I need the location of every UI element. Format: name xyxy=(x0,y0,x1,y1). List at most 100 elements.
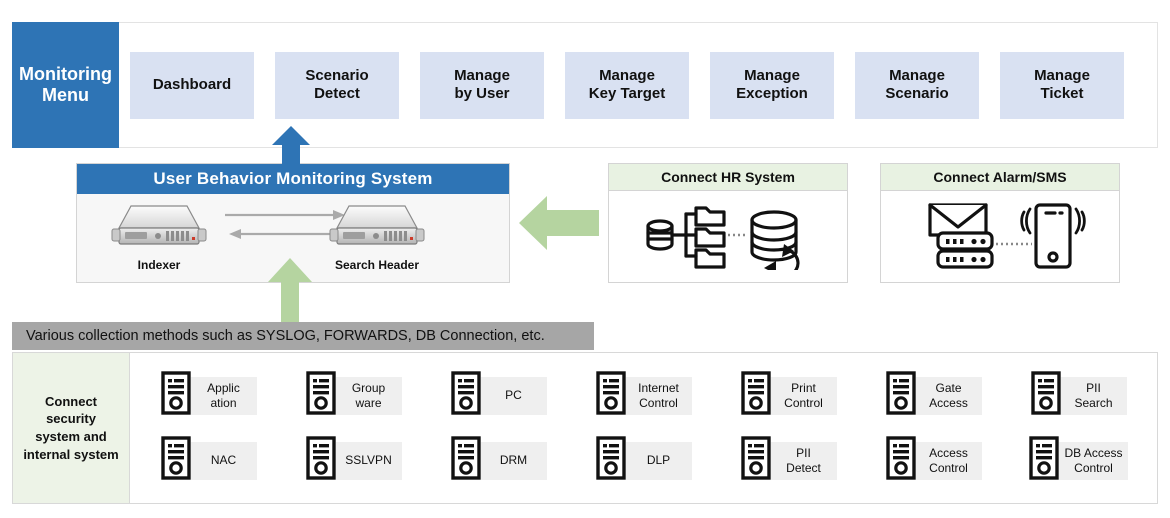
menu-item-manage-scenario[interactable]: Manage Scenario xyxy=(855,51,979,119)
system-label-line1: Gate xyxy=(935,381,962,396)
system-item-print-control-label: Print Control xyxy=(770,376,837,415)
connected-systems-label-line4: internal system xyxy=(23,446,119,462)
connect-alarm-sms-body xyxy=(881,191,1119,283)
server-tower-icon xyxy=(595,371,626,420)
system-item-groupware[interactable]: Group ware xyxy=(305,371,402,420)
server-tower-icon xyxy=(450,436,481,485)
system-label-line2: Access xyxy=(929,395,968,410)
menu-item-manage-key-target-line1: Manage xyxy=(599,66,655,84)
rack-server-icon xyxy=(329,205,425,256)
menu-item-dashboard-line1: Dashboard xyxy=(152,75,232,93)
ubms-node-search-header: Search Header xyxy=(317,200,437,272)
system-label-line1: Internet xyxy=(638,381,679,396)
mail-server-phone-icon xyxy=(910,197,1090,278)
server-tower-icon xyxy=(885,371,916,420)
system-label-line1: PII xyxy=(796,446,811,461)
server-tower-icon xyxy=(160,436,191,485)
server-tower-icon xyxy=(1030,371,1061,420)
system-label-line1: NAC xyxy=(210,453,237,468)
menu-item-dashboard[interactable]: Dashboard xyxy=(130,51,254,119)
system-label-line2: Control xyxy=(639,395,678,410)
menu-item-manage-exception[interactable]: Manage Exception xyxy=(710,51,834,119)
system-label-line2: ation xyxy=(210,395,237,410)
server-tower-icon xyxy=(1029,436,1060,485)
connect-alarm-sms-title: Connect Alarm/SMS xyxy=(881,164,1119,191)
system-item-application-label: Applic ation xyxy=(190,376,257,415)
system-label-line2: Control xyxy=(1074,460,1113,475)
system-item-print-control[interactable]: Print Control xyxy=(740,371,837,420)
green-left-arrow-icon xyxy=(519,194,599,252)
connect-hr-system-card: Connect HR System xyxy=(608,163,848,283)
system-label-line2: Detect xyxy=(786,460,821,475)
blue-up-arrow-icon xyxy=(272,126,310,168)
system-item-access-control[interactable]: Access Control xyxy=(885,436,982,485)
system-item-application[interactable]: Applic ation xyxy=(160,371,257,420)
system-item-drm[interactable]: DRM xyxy=(450,436,547,485)
system-item-nac-label: NAC xyxy=(190,441,257,480)
server-tower-icon xyxy=(740,436,771,485)
menu-item-manage-scenario-line1: Manage xyxy=(889,66,945,84)
ubms-node-indexer: Indexer xyxy=(99,200,219,272)
connected-systems-section: Connect security system and internal sys… xyxy=(12,352,1158,504)
hr-database-sync-icon xyxy=(638,200,818,278)
system-label-line1: DLP xyxy=(646,453,671,468)
system-label-line2: Control xyxy=(929,460,968,475)
menu-item-manage-key-target[interactable]: Manage Key Target xyxy=(565,51,689,119)
system-item-dlp[interactable]: DLP xyxy=(595,436,692,485)
system-item-pii-detect[interactable]: PII Detect xyxy=(740,436,837,485)
system-item-sslvpn[interactable]: SSLVPN xyxy=(305,436,402,485)
connected-systems-label-line3: system and xyxy=(35,429,107,444)
menu-item-manage-ticket-line1: Manage xyxy=(1034,66,1090,84)
system-label-line1: Applic xyxy=(207,381,240,396)
system-item-pii-search[interactable]: PII Search xyxy=(1030,371,1127,420)
system-item-drm-label: DRM xyxy=(480,441,547,480)
menu-item-manage-scenario-line2: Scenario xyxy=(885,85,949,102)
server-tower-icon xyxy=(160,371,191,420)
system-item-pii-detect-label: PII Detect xyxy=(770,441,837,480)
system-item-pii-search-label: PII Search xyxy=(1060,376,1127,415)
system-label-line1: Print xyxy=(791,381,816,396)
system-item-pc[interactable]: PC xyxy=(450,371,547,420)
server-tower-icon xyxy=(305,371,336,420)
system-item-nac[interactable]: NAC xyxy=(160,436,257,485)
system-label-line1: PC xyxy=(505,388,522,403)
menu-item-scenario-detect-line2: Detect xyxy=(314,85,360,102)
connect-alarm-sms-card: Connect Alarm/SMS xyxy=(880,163,1120,283)
collection-methods-bar: Various collection methods such as SYSLO… xyxy=(12,322,594,350)
monitoring-menu-title-line2: Menu xyxy=(41,85,89,105)
system-item-dlp-label: DLP xyxy=(625,441,692,480)
server-tower-icon xyxy=(595,436,626,485)
menu-item-manage-by-user-line1: Manage xyxy=(454,66,510,84)
connected-systems-label: Connect security system and internal sys… xyxy=(12,352,130,504)
connect-hr-system-body xyxy=(609,191,847,283)
menu-item-manage-exception-line1: Manage xyxy=(744,66,800,84)
diagram-root: Monitoring Menu Dashboard Scenario Detec… xyxy=(0,0,1170,518)
connected-systems-label-line1: Connect xyxy=(45,393,97,409)
system-label-line1: Access xyxy=(929,446,968,461)
system-label-line1: DRM xyxy=(499,453,528,468)
connected-systems-grid: Applic ation Group ware PC Internet Cont… xyxy=(130,352,1158,504)
system-label-line1: Group xyxy=(351,381,386,396)
system-item-gate-access[interactable]: Gate Access xyxy=(885,371,982,420)
menu-item-manage-ticket-line2: Ticket xyxy=(1040,85,1084,102)
system-label-line2: Control xyxy=(784,395,823,410)
system-label-line1: SSLVPN xyxy=(345,453,392,468)
menu-item-manage-ticket[interactable]: Manage Ticket xyxy=(1000,51,1124,119)
menu-item-scenario-detect[interactable]: Scenario Detect xyxy=(275,51,399,119)
system-label-line2: Search xyxy=(1074,395,1113,410)
server-tower-icon xyxy=(305,436,336,485)
system-item-pc-label: PC xyxy=(480,376,547,415)
connected-systems-label-line2: security xyxy=(46,411,96,427)
system-item-internet-control[interactable]: Internet Control xyxy=(595,371,692,420)
ubms-node-search-header-label: Search Header xyxy=(334,258,420,272)
monitoring-menu-title-line1: Monitoring xyxy=(19,64,112,85)
green-up-arrow-icon xyxy=(268,258,312,330)
ubms-panel-title: User Behavior Monitoring System xyxy=(77,164,509,194)
server-tower-icon xyxy=(885,436,916,485)
system-item-db-access-control[interactable]: DB Access Control xyxy=(1029,436,1128,485)
system-label-line1: PII xyxy=(1086,381,1101,396)
system-item-db-access-control-label: DB Access Control xyxy=(1059,441,1128,480)
system-item-internet-control-label: Internet Control xyxy=(625,376,692,415)
menu-item-manage-by-user[interactable]: Manage by User xyxy=(420,51,544,119)
rack-server-icon xyxy=(111,205,207,256)
